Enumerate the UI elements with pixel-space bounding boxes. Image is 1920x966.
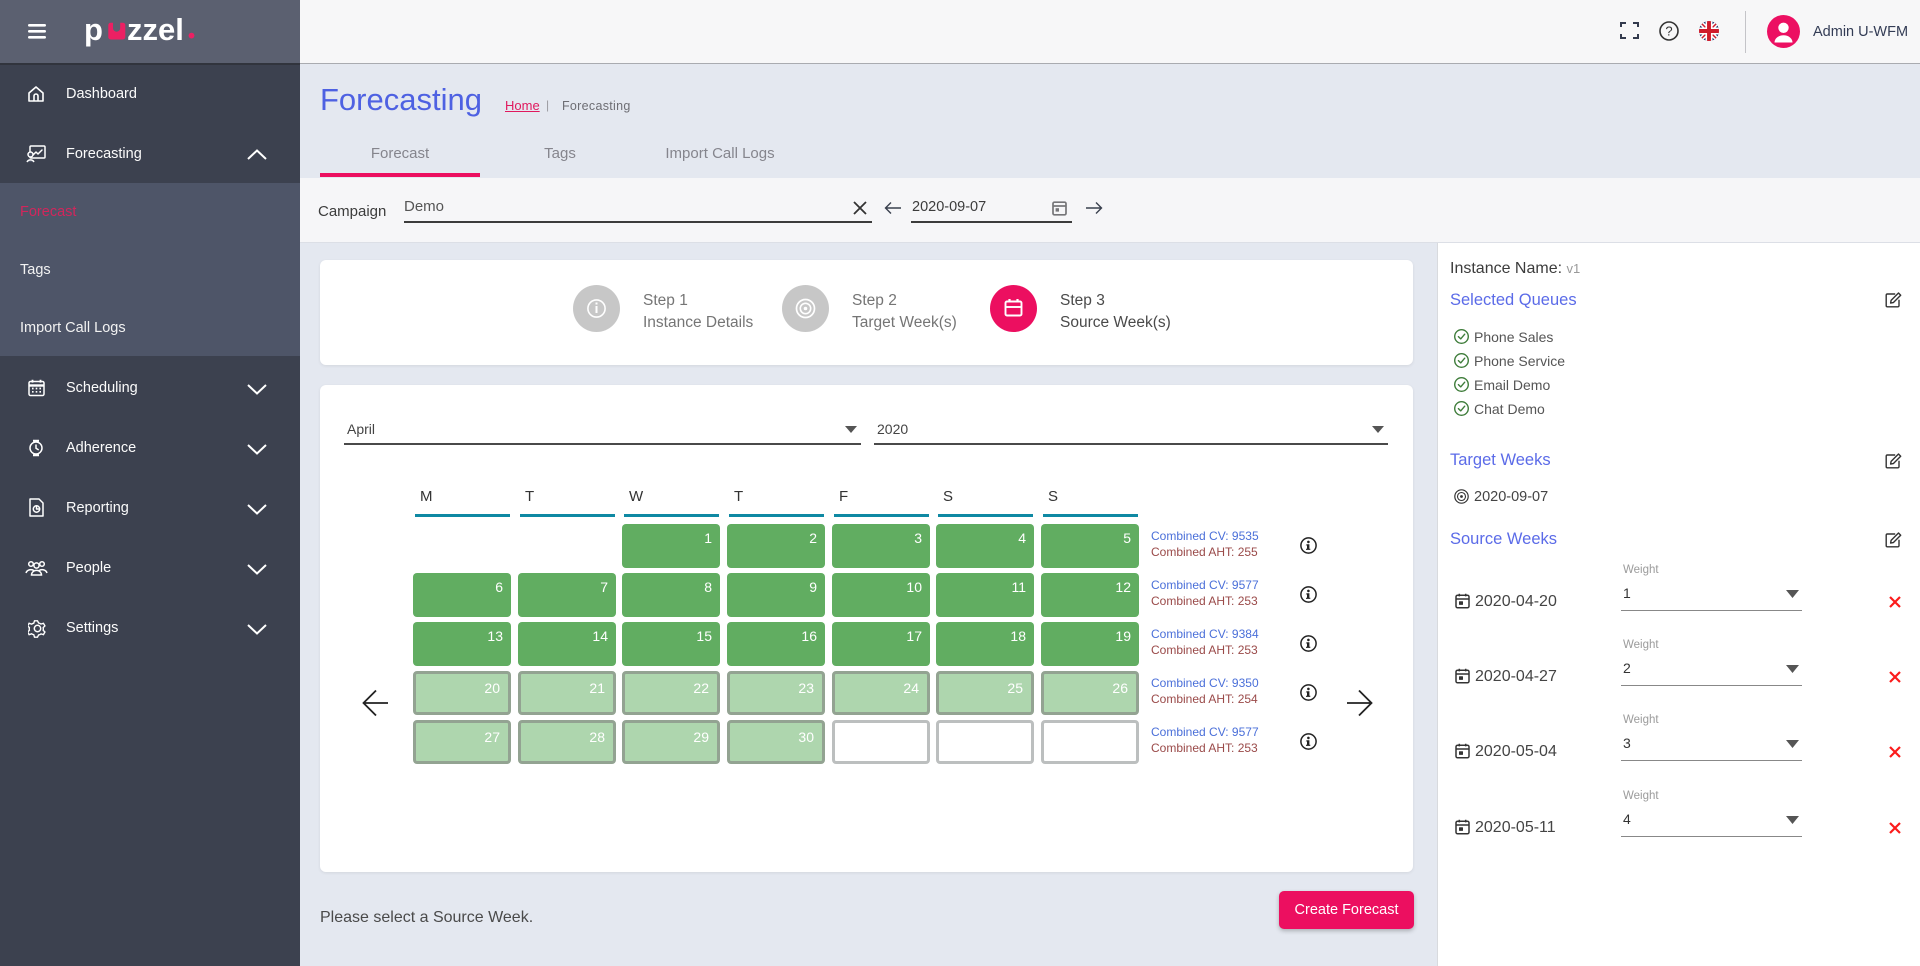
svg-text:p: p bbox=[84, 12, 103, 47]
svg-text:zzel: zzel bbox=[127, 12, 184, 47]
svg-text:?: ? bbox=[1665, 24, 1672, 39]
